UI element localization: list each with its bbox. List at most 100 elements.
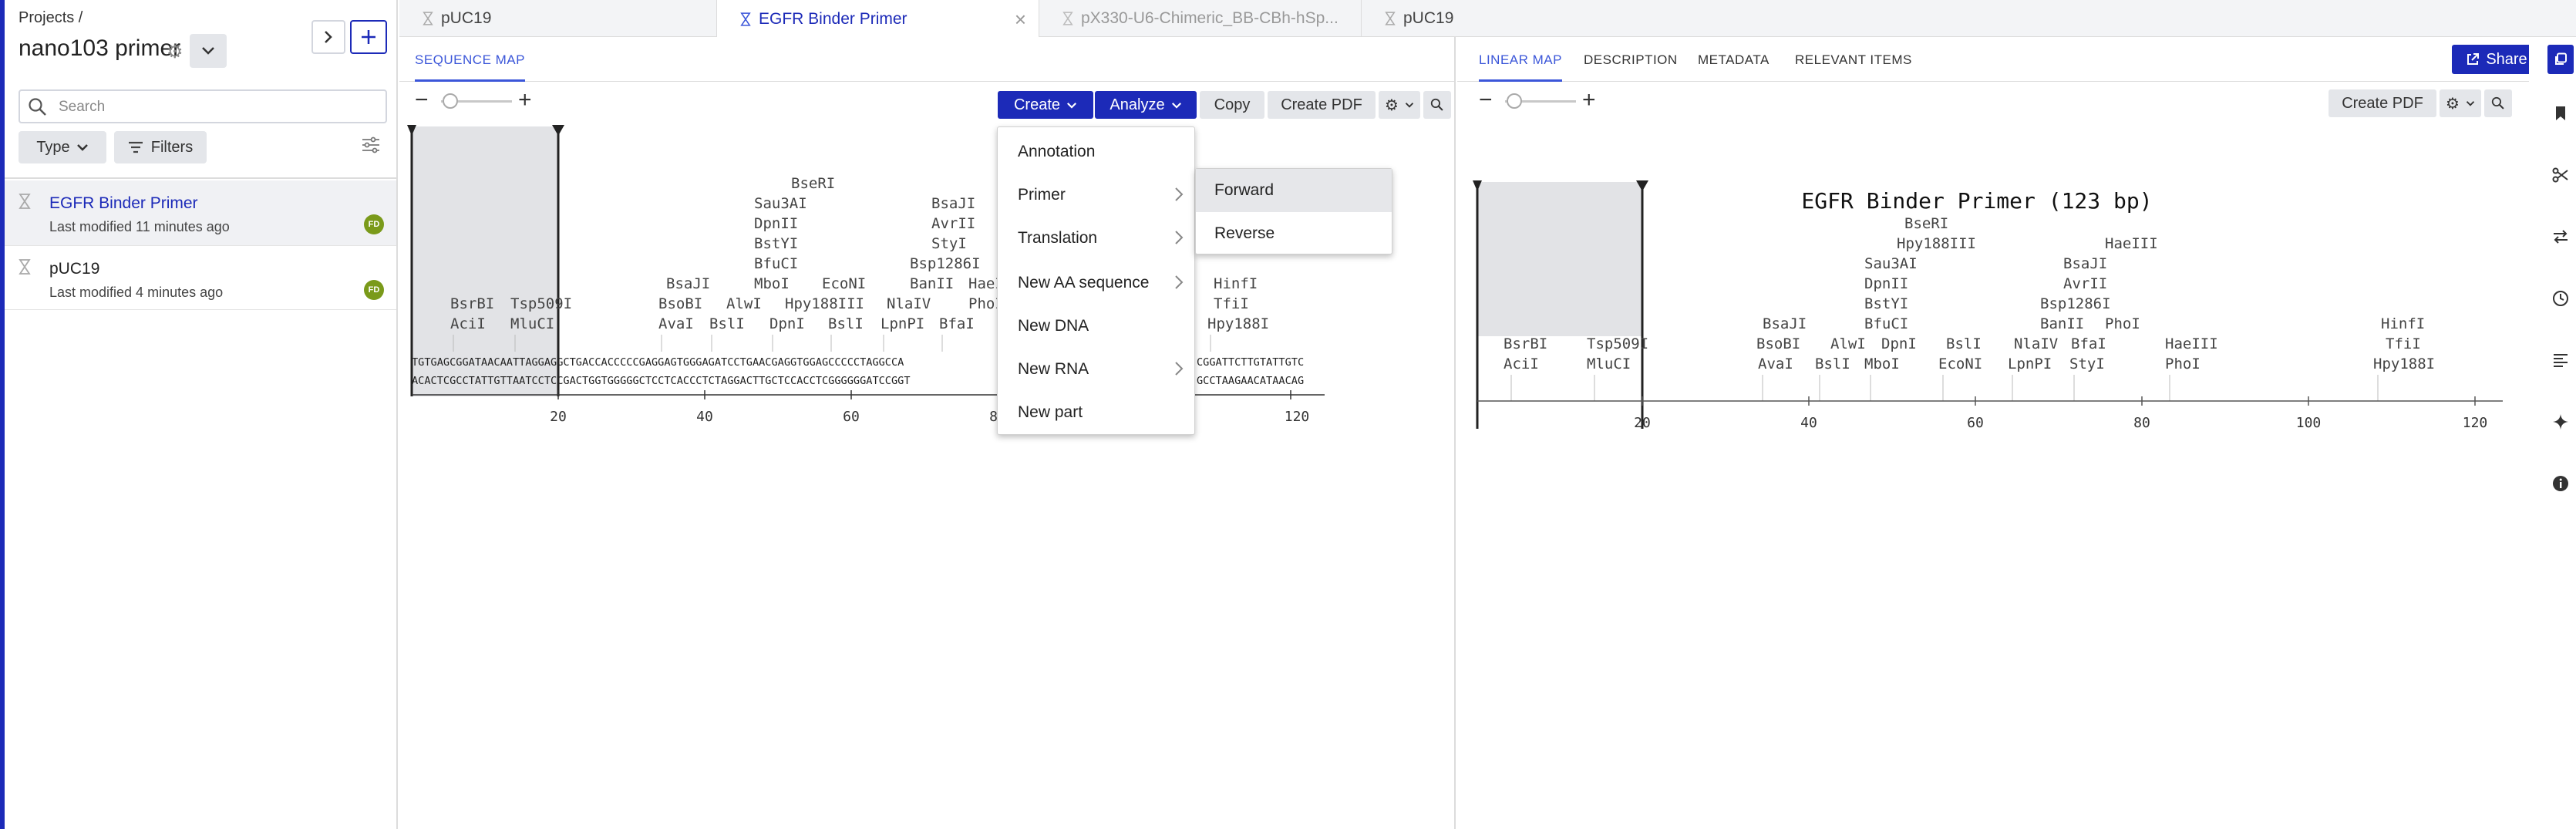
type-filter-dropdown[interactable]: Type <box>19 131 106 163</box>
enzyme-label[interactable]: BsoBI <box>658 295 702 312</box>
swap-arrows-icon[interactable] <box>2547 224 2574 250</box>
tab-px330[interactable]: pX330-U6-Chimeric_BB-CBh-hSp... <box>1039 0 1362 37</box>
enzyme-label[interactable]: StyI <box>2069 356 2105 372</box>
enzyme-label[interactable]: BslI <box>1815 356 1850 372</box>
sequence-top-strand-tail[interactable]: CGGATTCTTGTATTGTC <box>1197 356 1304 369</box>
enzyme-label[interactable]: Hpy188III <box>785 295 864 312</box>
tab-puc19-second[interactable]: pUC19 <box>1362 0 1593 37</box>
enzyme-label[interactable]: HaeIII <box>2105 235 2158 252</box>
view-settings-button[interactable]: ⚙ <box>1379 91 1420 119</box>
menu-item-forward-primer[interactable]: Forward <box>1196 169 1392 212</box>
bookmark-icon[interactable] <box>2547 100 2574 126</box>
enzyme-label[interactable]: BsrBI <box>450 295 494 312</box>
enzyme-label[interactable]: Sau3AI <box>754 195 807 212</box>
scissors-icon[interactable] <box>2547 162 2574 188</box>
enzyme-label[interactable]: AlwI <box>726 295 762 312</box>
enzyme-label[interactable]: BfaI <box>939 315 975 332</box>
enzyme-label[interactable]: MluCI <box>510 315 554 332</box>
sparkle-icon[interactable] <box>2547 409 2574 435</box>
enzyme-label[interactable]: BstYI <box>1864 295 1908 312</box>
enzyme-label[interactable]: BfaI <box>2071 335 2106 352</box>
create-button[interactable]: Create <box>998 91 1093 119</box>
tab-puc19[interactable]: pUC19 <box>399 0 717 37</box>
enzyme-label[interactable]: BseRI <box>791 175 835 192</box>
menu-item-new-dna[interactable]: New DNA <box>998 305 1196 348</box>
enzyme-label[interactable]: BslI <box>828 315 864 332</box>
enzyme-label[interactable]: AvaI <box>658 315 694 332</box>
enzyme-label[interactable]: BsaJI <box>2063 255 2107 272</box>
sequence-list-item-egfr[interactable]: EGFR Binder Primer Last modified 11 minu… <box>5 180 396 245</box>
enzyme-label[interactable]: AciI <box>1504 356 1539 372</box>
enzyme-label[interactable]: BsrBI <box>1504 335 1547 352</box>
enzyme-label[interactable]: MboI <box>754 275 790 292</box>
enzyme-label[interactable]: BfuCI <box>1864 315 1908 332</box>
enzyme-label[interactable]: AvaI <box>1758 356 1793 372</box>
filters-button[interactable]: Filters <box>114 131 207 163</box>
enzyme-label[interactable]: Tsp509I <box>510 295 572 312</box>
close-tab-icon[interactable]: × <box>1015 8 1026 32</box>
enzyme-label[interactable]: PhoI <box>2165 356 2201 372</box>
find-in-map-button[interactable] <box>2484 89 2512 117</box>
menu-item-new-part[interactable]: New part <box>998 391 1196 434</box>
enzyme-label[interactable]: BsoBI <box>1756 335 1800 352</box>
enzyme-label[interactable]: Hpy188I <box>1207 315 1269 332</box>
enzyme-label[interactable]: BsaJI <box>931 195 975 212</box>
sequence-list-item-puc19[interactable]: pUC19 Last modified 4 minutes ago FD <box>5 245 396 310</box>
menu-item-primer[interactable]: Primer <box>998 174 1196 217</box>
find-in-sequence-button[interactable] <box>1423 91 1451 119</box>
enzyme-label[interactable]: HinfI <box>2381 315 2425 332</box>
enzyme-label[interactable]: DpnII <box>754 215 798 232</box>
enzyme-label[interactable]: EcoNI <box>1938 356 1982 372</box>
menu-item-reverse-primer[interactable]: Reverse <box>1196 212 1392 255</box>
history-clock-icon[interactable] <box>2547 285 2574 312</box>
sequence-top-strand[interactable]: TGTGAGCGGATAACAATTAGGAGGCTGACCACCCCCGAGG… <box>412 356 904 369</box>
enzyme-label[interactable]: NlaIV <box>2014 335 2058 352</box>
enzyme-label[interactable]: LpnPI <box>881 315 924 332</box>
create-pdf-button[interactable]: Create PDF <box>1268 91 1376 119</box>
enzyme-label[interactable]: BseRI <box>1904 215 1948 232</box>
add-sequence-button[interactable] <box>350 20 387 54</box>
project-dropdown-button[interactable] <box>190 34 227 68</box>
enzyme-label[interactable]: BanII <box>910 275 954 292</box>
tab-linear-map[interactable]: LINEAR MAP <box>1479 37 1562 82</box>
sequence-bottom-strand[interactable]: ACACTCGCCTATTGTTAATCCTCCGACTGGTGGGGGCTCC… <box>412 375 911 387</box>
tab-egfr-binder-primer[interactable]: EGFR Binder Primer × <box>717 0 1039 38</box>
enzyme-label[interactable]: Hpy188I <box>2373 356 2435 372</box>
enzyme-label[interactable]: BfuCI <box>754 255 798 272</box>
enzyme-label[interactable]: DpnII <box>1864 275 1908 292</box>
zoom-out-icon[interactable]: − <box>415 89 429 112</box>
enzyme-label[interactable]: BstYI <box>754 235 798 252</box>
enzyme-label[interactable]: TfiI <box>2386 335 2421 352</box>
zoom-out-icon[interactable]: − <box>1479 89 1493 112</box>
info-icon[interactable] <box>2547 470 2574 497</box>
enzyme-label[interactable]: AvrII <box>931 215 975 232</box>
zoom-in-icon[interactable]: + <box>1582 89 1596 112</box>
enzyme-label[interactable]: BsaJI <box>1763 315 1807 332</box>
enzyme-label[interactable]: Bsp1286I <box>2040 295 2111 312</box>
tab-description[interactable]: DESCRIPTION <box>1584 37 1678 82</box>
zoom-slider-handle[interactable] <box>443 93 458 109</box>
expand-sidebar-button[interactable] <box>311 20 345 54</box>
copy-button[interactable]: Copy <box>1200 91 1264 119</box>
text-align-icon[interactable] <box>2547 347 2574 373</box>
zoom-in-icon[interactable]: + <box>518 89 532 112</box>
tab-sequence-map[interactable]: SEQUENCE MAP <box>415 37 525 82</box>
search-input[interactable] <box>59 96 382 119</box>
enzyme-label[interactable]: MluCI <box>1587 356 1631 372</box>
enzyme-label[interactable]: AciI <box>450 315 486 332</box>
enzyme-label[interactable]: EcoNI <box>822 275 866 292</box>
enzyme-label[interactable]: Sau3AI <box>1864 255 1918 272</box>
enzyme-label[interactable]: AlwI <box>1830 335 1866 352</box>
list-settings-sliders-icon[interactable] <box>361 136 381 158</box>
enzyme-label[interactable]: BsaJI <box>666 275 710 292</box>
enzyme-label[interactable]: HinfI <box>1214 275 1258 292</box>
enzyme-label[interactable]: MboI <box>1864 356 1900 372</box>
tab-relevant-items[interactable]: RELEVANT ITEMS <box>1795 37 1912 82</box>
menu-item-new-rna[interactable]: New RNA <box>998 348 1196 391</box>
enzyme-label[interactable]: DpnI <box>769 315 805 332</box>
enzyme-label[interactable]: AvrII <box>2063 275 2107 292</box>
enzyme-label[interactable]: NlaIV <box>887 295 931 312</box>
view-settings-button[interactable]: ⚙ <box>2440 89 2481 117</box>
enzyme-label[interactable]: Tsp509I <box>1587 335 1648 352</box>
enzyme-label[interactable]: BanII <box>2040 315 2084 332</box>
